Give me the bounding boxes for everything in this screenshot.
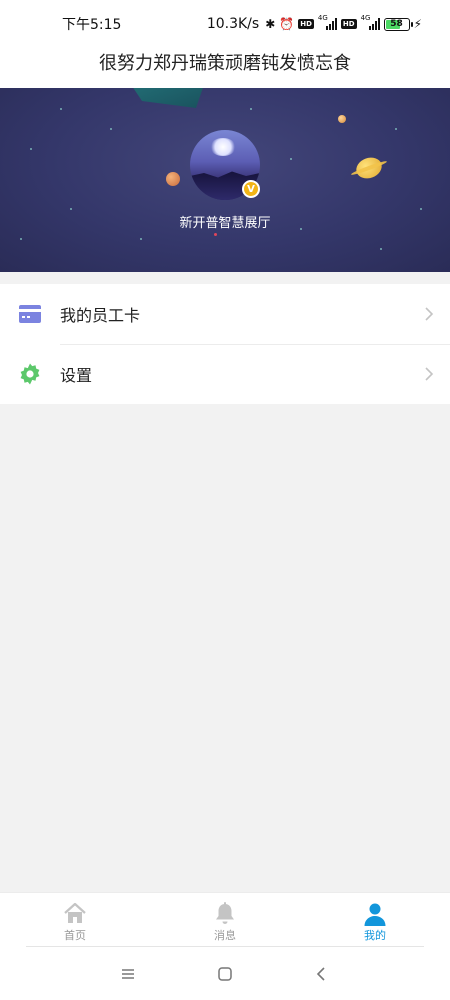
profile-banner: V 新开普智慧展厅 xyxy=(0,88,450,272)
tab-messages[interactable]: 消息 xyxy=(150,893,300,948)
decorative-gem-shape xyxy=(100,88,220,108)
menu-item-employee-card[interactable]: 我的员工卡 xyxy=(0,284,450,344)
bell-icon xyxy=(216,902,234,924)
menu-item-settings[interactable]: 设置 xyxy=(0,344,450,404)
menu-item-label: 我的员工卡 xyxy=(60,306,141,325)
menu-item-label: 设置 xyxy=(60,366,93,385)
status-bar: 下午5:15 10.3K/s ✱ ⏰ HD 4G HD 4G 58 ⚡ xyxy=(0,0,450,48)
chevron-right-icon xyxy=(425,367,434,381)
tab-label: 首页 xyxy=(64,929,86,942)
home-icon xyxy=(64,902,86,923)
chevron-right-icon xyxy=(425,307,434,321)
tab-label: 我的 xyxy=(364,929,386,942)
tab-profile[interactable]: 我的 xyxy=(300,893,450,948)
signal-icon-2: 4G xyxy=(361,14,380,30)
bluetooth-icon: ✱ xyxy=(265,17,276,31)
status-indicators: 10.3K/s ✱ ⏰ HD 4G HD 4G 58 ⚡ xyxy=(206,14,422,32)
network-type-label-2: 4G xyxy=(360,14,371,22)
hd-badge-icon: HD xyxy=(298,19,314,29)
battery-icon: 58 xyxy=(383,17,413,31)
status-time: 下午5:15 xyxy=(62,17,122,33)
divider xyxy=(26,946,424,947)
planet-decoration xyxy=(166,172,180,186)
home-square-icon[interactable] xyxy=(216,965,234,983)
notification-dot xyxy=(214,233,217,236)
settings-menu: 我的员工卡 设置 xyxy=(0,284,450,404)
network-speed: 10.3K/s xyxy=(206,16,260,32)
planet-decoration-small xyxy=(338,115,346,123)
system-navigation-bar xyxy=(0,948,450,1000)
bottom-tab-bar: 首页 消息 我的 xyxy=(0,892,450,948)
charging-icon: ⚡ xyxy=(413,17,422,31)
id-card-icon xyxy=(19,305,41,323)
menu-icon[interactable] xyxy=(119,965,137,983)
back-icon[interactable] xyxy=(313,965,331,983)
gear-icon xyxy=(20,363,40,385)
alarm-icon: ⏰ xyxy=(279,17,295,31)
tab-label: 消息 xyxy=(214,929,236,942)
battery-level: 58 xyxy=(390,19,403,29)
network-type-label: 4G xyxy=(317,14,328,22)
user-icon xyxy=(364,903,386,926)
profile-name: 新开普智慧展厅 xyxy=(179,216,271,231)
ringed-planet-decoration xyxy=(353,154,385,182)
hd-badge-icon-2: HD xyxy=(340,19,357,29)
page-title: 很努力郑丹瑞策顽磨钝发愤忘食 xyxy=(0,48,450,88)
verified-badge-icon: V xyxy=(242,180,260,198)
tab-home[interactable]: 首页 xyxy=(0,893,150,948)
signal-icon: 4G xyxy=(318,14,337,30)
